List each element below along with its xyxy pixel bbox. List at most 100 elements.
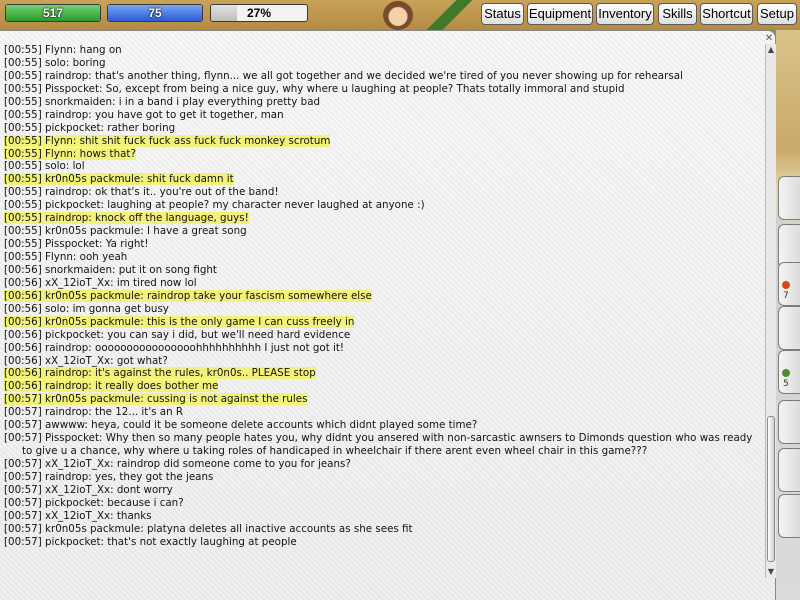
chat-timestamp: [00:55] bbox=[4, 69, 42, 82]
chat-timestamp: [00:55] bbox=[4, 199, 42, 212]
chat-line: [00:55] raindrop: that's another thing, … bbox=[4, 70, 760, 83]
chat-timestamp: [00:57] bbox=[4, 522, 42, 535]
chat-message: raindrop: it really does bother me bbox=[45, 380, 219, 393]
skills-button[interactable]: Skills bbox=[658, 3, 697, 25]
chat-line-text: [00:55] Flynn: hows that? bbox=[4, 147, 136, 160]
chat-message: xX_12ioT_Xx: got what? bbox=[45, 354, 168, 367]
chat-timestamp: [00:56] bbox=[4, 341, 42, 354]
chat-timestamp: [00:57] bbox=[4, 393, 42, 406]
chat-timestamp: [00:56] bbox=[4, 328, 42, 341]
chat-message: xX_12ioT_Xx: im tired now lol bbox=[45, 276, 197, 289]
side-tab[interactable] bbox=[778, 494, 800, 538]
chat-line: [00:55] Flynn: hang on bbox=[4, 44, 760, 57]
chat-line-text: [00:56] raindrop: it's against the rules… bbox=[4, 367, 316, 380]
chat-line-text: [00:57] kr0n05s packmule: cussing is not… bbox=[4, 393, 308, 406]
chat-timestamp: [00:56] bbox=[4, 302, 42, 315]
chat-timestamp: [00:55] bbox=[4, 82, 42, 95]
chat-timestamp: [00:57] bbox=[4, 406, 42, 419]
chat-line-text: [00:57] kr0n05s packmule: platyna delete… bbox=[4, 523, 413, 535]
status-button[interactable]: Status bbox=[481, 3, 524, 25]
side-tab[interactable]: 5 bbox=[778, 350, 800, 394]
chat-timestamp: [00:56] bbox=[4, 367, 42, 380]
chat-timestamp: [00:56] bbox=[4, 263, 42, 276]
side-tab-count: 5 bbox=[783, 379, 789, 389]
side-tab[interactable] bbox=[778, 176, 800, 220]
chat-timestamp: [00:57] bbox=[4, 419, 42, 432]
chat-line: [00:55] Pisspocket: So, except from bein… bbox=[4, 83, 760, 96]
chat-line: [00:55] raindrop: ok that's it.. you're … bbox=[4, 186, 760, 199]
chat-line-text: [00:56] kr0n05s packmule: this is the on… bbox=[4, 315, 355, 328]
shortcut-button[interactable]: Shortcut bbox=[700, 3, 753, 25]
equipment-button[interactable]: Equipment bbox=[527, 3, 593, 25]
chat-timestamp: [00:57] bbox=[4, 535, 42, 548]
chat-message: Flynn: hows that? bbox=[45, 147, 136, 160]
chat-timestamp: [00:55] bbox=[4, 108, 42, 121]
chat-line-text: [00:55] raindrop: you have got to get it… bbox=[4, 109, 284, 121]
chat-line-text: [00:55] raindrop: knock off the language… bbox=[4, 212, 249, 225]
chat-line-text: [00:56] raindrop: oooooooooooooooohhhhhh… bbox=[4, 342, 344, 354]
chat-message: raindrop: ok that's it.. you're out of t… bbox=[45, 186, 279, 199]
scroll-down-arrow-icon[interactable]: ▼ bbox=[766, 566, 776, 578]
chat-timestamp: [00:55] bbox=[4, 186, 42, 199]
scroll-up-arrow-icon[interactable]: ▲ bbox=[766, 44, 776, 56]
chat-line: [00:56] kr0n05s packmule: this is the on… bbox=[4, 315, 760, 329]
chat-message: snorkmaiden: put it on song fight bbox=[45, 263, 217, 276]
chat-timestamp: [00:57] bbox=[4, 432, 42, 445]
chat-line: [00:57] xX_12ioT_Xx: raindrop did someon… bbox=[4, 458, 760, 471]
chat-line: [00:57] kr0n05s packmule: cussing is not… bbox=[4, 393, 760, 406]
chat-message: Flynn: shit shit fuck fuck ass fuck fuck… bbox=[45, 134, 331, 147]
hp-bar: 517 bbox=[5, 4, 101, 22]
chat-message: raindrop: knock off the language, guys! bbox=[45, 212, 249, 225]
chat-message: kr0n05s packmule: I have a great song bbox=[45, 225, 247, 238]
chat-line-text: [00:55] Flynn: hang on bbox=[4, 44, 122, 56]
side-tab[interactable] bbox=[778, 400, 800, 444]
chat-line: [00:56] raindrop: oooooooooooooooohhhhhh… bbox=[4, 342, 760, 355]
chat-timestamp: [00:55] bbox=[4, 95, 42, 108]
side-tab[interactable]: 7 bbox=[778, 262, 800, 306]
chat-line: [00:57] xX_12ioT_Xx: thanks bbox=[4, 510, 760, 523]
chat-timestamp: [00:57] bbox=[4, 509, 42, 522]
close-icon[interactable]: ✕ bbox=[764, 34, 774, 44]
chat-line: [00:56] pickpocket: you can say i did, b… bbox=[4, 329, 760, 342]
chat-line-text: [00:57] Pisspocket: Why then so many peo… bbox=[4, 432, 756, 457]
chat-line-text: [00:55] snorkmaiden: i in a band i play … bbox=[4, 96, 320, 108]
chat-message: pickpocket: laughing at people? my chara… bbox=[45, 199, 425, 212]
chat-line: [00:55] kr0n05s packmule: shit fuck damn… bbox=[4, 173, 760, 186]
chat-line: [00:55] raindrop: you have got to get it… bbox=[4, 109, 760, 122]
chat-timestamp: [00:55] bbox=[4, 44, 42, 56]
chat-line-text: [00:55] solo: lol bbox=[4, 160, 85, 172]
chat-line: [00:55] solo: boring bbox=[4, 57, 760, 70]
chat-timestamp: [00:55] bbox=[4, 173, 42, 186]
chat-line-text: [00:55] Flynn: shit shit fuck fuck ass f… bbox=[4, 134, 331, 147]
chat-message: snorkmaiden: i in a band i play everythi… bbox=[45, 95, 321, 108]
mp-value: 75 bbox=[148, 6, 162, 20]
xp-bar: 27% bbox=[210, 4, 308, 22]
chat-line-text: [00:55] solo: boring bbox=[4, 57, 106, 69]
chat-line: [00:57] pickpocket: that's not exactly l… bbox=[4, 536, 760, 549]
chat-line-text: [00:55] kr0n05s packmule: I have a great… bbox=[4, 225, 247, 237]
chat-line-text: [00:57] xX_12ioT_Xx: dont worry bbox=[4, 484, 173, 496]
chat-line: [00:56] solo: im gonna get busy bbox=[4, 303, 760, 316]
chat-line: [00:55] solo: lol bbox=[4, 160, 760, 173]
chat-line: [00:55] raindrop: knock off the language… bbox=[4, 212, 760, 225]
inventory-button[interactable]: Inventory bbox=[596, 3, 654, 25]
chat-timestamp: [00:55] bbox=[4, 238, 42, 251]
side-tab[interactable] bbox=[778, 448, 800, 492]
chat-line: [00:56] kr0n05s packmule: raindrop take … bbox=[4, 289, 760, 303]
chat-message: kr0n05s packmule: cussing is not against… bbox=[45, 393, 308, 406]
chat-line-text: [00:56] xX_12ioT_Xx: got what? bbox=[4, 355, 168, 367]
chat-line: [00:55] Flynn: hows that? bbox=[4, 147, 760, 161]
chat-timestamp: [00:55] bbox=[4, 212, 42, 225]
chat-message: pickpocket: rather boring bbox=[45, 121, 176, 134]
side-tab-item-icon bbox=[782, 369, 790, 377]
scroll-thumb[interactable] bbox=[767, 416, 775, 562]
side-tab[interactable] bbox=[778, 306, 800, 350]
chat-line-text: [00:55] raindrop: ok that's it.. you're … bbox=[4, 186, 279, 198]
chat-scrollbar[interactable]: ▲ ▼ bbox=[765, 44, 776, 578]
chat-line-text: [00:55] pickpocket: rather boring bbox=[4, 122, 175, 134]
setup-button[interactable]: Setup bbox=[757, 3, 797, 25]
chat-line-text: [00:56] snorkmaiden: put it on song figh… bbox=[4, 264, 217, 276]
xp-value: 27% bbox=[246, 6, 272, 20]
chat-timestamp: [00:57] bbox=[4, 458, 42, 470]
chat-line: [00:57] kr0n05s packmule: platyna delete… bbox=[4, 523, 760, 536]
